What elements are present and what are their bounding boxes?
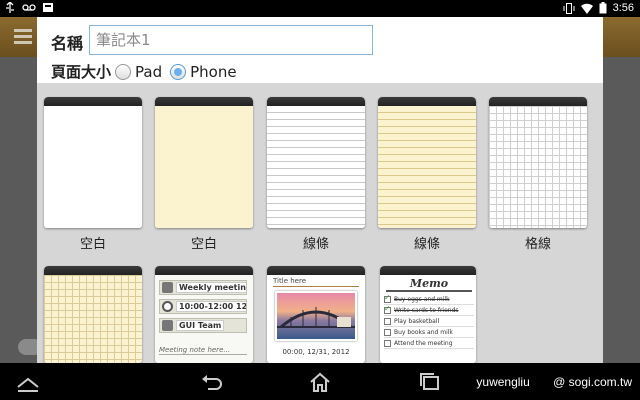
notebook-binding: [155, 97, 253, 106]
checkbox-icon: [384, 318, 391, 325]
template-paper: [44, 275, 142, 363]
clock-time: 3:56: [612, 2, 634, 14]
recent-apps-icon[interactable]: [418, 371, 442, 393]
template-cover[interactable]: [378, 97, 476, 228]
name-label: 名稱: [51, 34, 84, 53]
template-label: 空白: [190, 237, 217, 252]
checkbox-icon: [384, 340, 391, 347]
meeting-team: GUI Team: [176, 320, 225, 331]
watermark-user: yuwengliu: [476, 375, 530, 389]
vibrate-icon: [563, 2, 575, 14]
notebook-binding: [44, 266, 142, 275]
back-icon[interactable]: [200, 371, 224, 393]
wifi-icon: [580, 3, 593, 14]
template-paper: [267, 106, 365, 228]
template-cover[interactable]: [155, 97, 253, 228]
new-notebook-dialog: 名稱 頁面大小 Pad Phone 空白 空白: [37, 17, 603, 363]
dialog-header: 名稱 頁面大小 Pad Phone: [37, 17, 603, 83]
notebook-binding: [378, 97, 476, 106]
notebook-binding: [44, 97, 142, 106]
template-label: 格線: [524, 237, 551, 252]
voicemail-icon: [22, 4, 36, 11]
notebook-binding: [489, 97, 587, 106]
page-size-pad-label[interactable]: Pad: [135, 63, 162, 81]
navigation-bar: yuwengliu @ sogi.com.tw: [0, 363, 640, 400]
status-bar: 3:56: [0, 0, 640, 17]
template-cover[interactable]: [44, 266, 142, 363]
template-paper: [155, 106, 253, 228]
page-size-label: 頁面大小: [51, 63, 112, 81]
notebook-binding: [155, 266, 253, 275]
template-paper: [378, 106, 476, 228]
memo-item: Play basketball: [384, 317, 474, 327]
notebook-binding: [267, 97, 365, 106]
chevron-up-icon[interactable]: [16, 371, 40, 393]
checkbox-icon: [384, 329, 391, 336]
calendar-icon: [162, 282, 173, 293]
template-cover[interactable]: [489, 97, 587, 228]
meeting-title-block: Weekly meeting: [159, 280, 247, 295]
photo-date: 00:00, 12/31, 2012: [282, 348, 350, 356]
meeting-time: 10:00-12:00 12/28: [176, 301, 246, 312]
meeting-title: Weekly meeting: [176, 282, 246, 293]
template-label: 線條: [302, 237, 329, 252]
notification-icon: [43, 3, 53, 12]
template-cover[interactable]: [267, 97, 365, 228]
notebook-binding: [380, 266, 476, 275]
memo-item: Buy books and milk: [384, 328, 474, 338]
meeting-note: Meeting note here...: [159, 346, 247, 355]
memo-item: Attend the meeting: [384, 339, 474, 349]
page-size-phone-radio[interactable]: [170, 63, 187, 80]
template-cover[interactable]: Memo Buy eggs and milk Write cards to fr…: [380, 266, 476, 363]
bridge-icon: [277, 307, 355, 329]
home-icon[interactable]: [308, 371, 332, 393]
meeting-team-block: GUI Team: [159, 318, 247, 333]
watermark: yuwengliu @ sogi.com.tw: [476, 375, 632, 389]
page-size-pad-radio[interactable]: [115, 63, 132, 80]
people-icon: [162, 320, 173, 331]
bridge-photo: [275, 291, 357, 341]
template-label: 空白: [79, 237, 106, 252]
usb-icon: [6, 2, 14, 13]
memo-title: Memo: [386, 277, 472, 292]
template-paper: Weekly meeting 10:00-12:00 12/28 GUI Tea…: [155, 275, 253, 363]
page-size-phone-label[interactable]: Phone: [190, 63, 236, 81]
template-paper: Title here 00:00, 12/31, 2012: [267, 275, 365, 363]
checkbox-icon: [384, 293, 391, 303]
clock-icon: [162, 301, 173, 312]
photo-title: Title here: [273, 277, 359, 287]
template-paper: [489, 106, 587, 228]
template-cover[interactable]: Title here 00:00, 12/31, 2012: [267, 266, 365, 363]
notebook-binding: [267, 266, 365, 275]
watermark-site: @ sogi.com.tw: [553, 375, 632, 389]
checkbox-icon: [384, 304, 391, 314]
list-icon: [14, 29, 32, 45]
template-cover[interactable]: [44, 97, 142, 228]
memo-item: Write cards to friends: [384, 304, 474, 316]
memo-item: Buy eggs and milk: [384, 293, 474, 305]
template-paper: [44, 106, 142, 228]
template-grid: 空白 空白 線條 線條 格線 Weekly meeting 10:00-12:0…: [37, 83, 603, 363]
battery-icon: [599, 2, 607, 14]
template-cover[interactable]: Weekly meeting 10:00-12:00 12/28 GUI Tea…: [155, 266, 253, 363]
meeting-time-block: 10:00-12:00 12/28: [159, 299, 247, 314]
page-size-row: 頁面大小 Pad Phone: [51, 61, 245, 82]
template-label: 線條: [413, 237, 440, 252]
template-paper: Memo Buy eggs and milk Write cards to fr…: [380, 275, 476, 363]
notebook-name-input[interactable]: [89, 25, 373, 55]
